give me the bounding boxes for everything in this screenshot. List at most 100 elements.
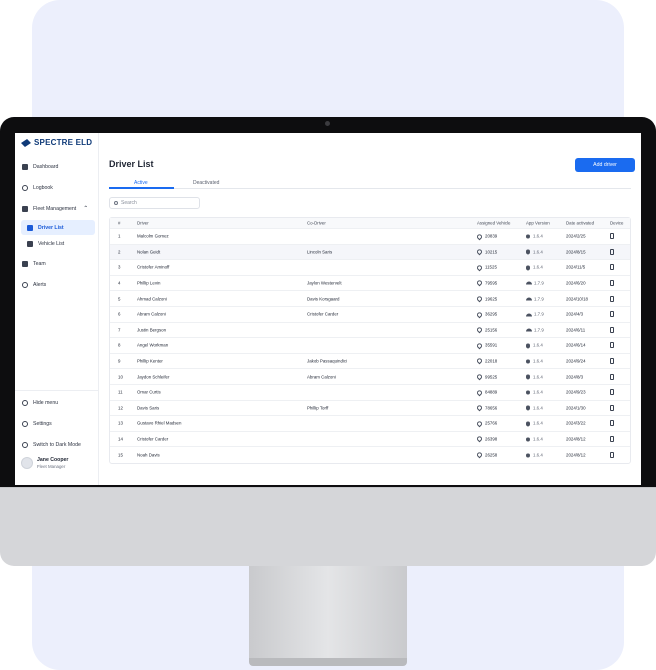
- sidebar-item-driver-list[interactable]: Driver List: [21, 220, 95, 236]
- driver-name[interactable]: Cristofer Carder: [137, 437, 168, 442]
- device-cell[interactable]: [610, 280, 614, 287]
- settings-button[interactable]: Settings: [15, 415, 99, 433]
- version-number: 1.6.4: [533, 264, 543, 270]
- device-cell[interactable]: [610, 404, 614, 411]
- driver-name[interactable]: Omar Curtis: [137, 390, 161, 395]
- device-cell[interactable]: [610, 342, 614, 349]
- driver-name[interactable]: Noah Davis: [137, 453, 160, 458]
- device-cell[interactable]: [610, 436, 614, 443]
- driver-name[interactable]: Phillip Levin: [137, 281, 160, 286]
- brand-logo[interactable]: SPECTRE ELD: [21, 138, 92, 147]
- location-pin-icon: [475, 357, 484, 365]
- location-pin-icon: [475, 279, 484, 287]
- driver-name[interactable]: Angel Workman: [137, 343, 168, 348]
- sidebar-item-team[interactable]: Team: [15, 255, 99, 273]
- add-driver-button[interactable]: Add driver: [575, 158, 635, 172]
- sidebar-item-dashboard[interactable]: Dashboard: [15, 158, 99, 176]
- hide-menu-button[interactable]: Hide menu: [15, 394, 99, 412]
- device-cell[interactable]: [610, 452, 614, 459]
- assigned-vehicle[interactable]: 35591: [475, 342, 497, 350]
- driver-name[interactable]: Malcolm Gomez: [137, 234, 169, 239]
- assigned-vehicle[interactable]: 25156: [475, 326, 497, 334]
- driver-name[interactable]: Gustavo Rhiel Madsen: [137, 421, 181, 426]
- column-header[interactable]: #: [118, 221, 120, 226]
- device-cell[interactable]: [610, 248, 614, 255]
- device-cell[interactable]: [610, 311, 614, 318]
- device-cell[interactable]: [610, 420, 614, 427]
- sidebar-item-vehicle-list[interactable]: Vehicle List: [15, 236, 99, 251]
- device-cell[interactable]: [610, 233, 614, 240]
- assigned-vehicle[interactable]: 84889: [475, 388, 497, 396]
- sidebar-item-alerts[interactable]: Alerts: [15, 276, 99, 294]
- assigned-vehicle[interactable]: 26398: [475, 435, 497, 443]
- tab-active[interactable]: Active: [134, 180, 148, 186]
- sidebar-item-logbook[interactable]: Logbook: [15, 179, 99, 197]
- table-row[interactable]: 4 Phillip Levin Jaylon Westervelt 79595 1.7.…: [110, 276, 630, 292]
- driver-name[interactable]: Davis Saris: [137, 405, 159, 410]
- column-header[interactable]: App Version: [526, 221, 550, 226]
- row-number: 13: [118, 420, 123, 426]
- driver-name[interactable]: Abram Calzoni: [137, 312, 166, 317]
- driver-name[interactable]: Jaydon Schleifer: [137, 374, 169, 379]
- tab-deactivated[interactable]: Deactivated: [193, 180, 219, 186]
- assigned-vehicle[interactable]: 99525: [475, 373, 497, 381]
- column-header[interactable]: Date activated: [566, 221, 594, 226]
- device-cell[interactable]: [610, 358, 614, 365]
- assigned-vehicle[interactable]: 79595: [475, 279, 497, 287]
- dark-mode-toggle[interactable]: Switch to Dark Mode: [15, 436, 99, 454]
- assigned-vehicle[interactable]: 26258: [475, 451, 497, 459]
- table-row[interactable]: 11 Omar Curtis 84889 1.6.4 2024/9/23: [110, 385, 630, 401]
- device-cell[interactable]: [610, 326, 614, 333]
- device-cell[interactable]: [610, 295, 614, 302]
- driver-name[interactable]: Justin Bergson: [137, 327, 166, 332]
- driver-name[interactable]: Ahmad Calzoni: [137, 296, 167, 301]
- table-row[interactable]: 3 Cristofer Aminoff 11525 1.6.4 2024/11/5: [110, 260, 630, 276]
- column-header[interactable]: Assigned Vehicle: [477, 221, 510, 226]
- assigned-vehicle[interactable]: 25766: [475, 420, 497, 428]
- table-row[interactable]: 6 Abram Calzoni Cristofer Carder 36295 1.7.9…: [110, 307, 630, 323]
- codriver-name[interactable]: Phillip Torff: [307, 405, 328, 410]
- codriver-name[interactable]: Davis Korsgaard: [307, 296, 339, 301]
- app-version: 1.7.9: [526, 281, 544, 286]
- codriver-name[interactable]: Cristofer Carder: [307, 312, 338, 317]
- column-header[interactable]: Co-Driver: [307, 221, 326, 226]
- device-cell[interactable]: [610, 264, 614, 271]
- assigned-vehicle[interactable]: 36295: [475, 310, 497, 318]
- table-row[interactable]: 5 Ahmad Calzoni Davis Korsgaard 19625 1.7.9 2…: [110, 291, 630, 307]
- assigned-vehicle[interactable]: 10215: [475, 248, 497, 256]
- driver-name[interactable]: Cristofer Aminoff: [137, 265, 169, 270]
- table-row[interactable]: 15 Noah Davis 26258 1.6.4 2024/8/12: [110, 447, 630, 463]
- device-cell[interactable]: [610, 373, 614, 380]
- table-row[interactable]: 2 Nolan Geidt Lincoln Saris 10215 1.6.4 2024/…: [110, 244, 630, 261]
- table-row[interactable]: 7 Justin Bergson 25156 1.7.9 2024/6/11: [110, 323, 630, 339]
- assigned-vehicle[interactable]: 20839: [475, 232, 497, 241]
- table-row[interactable]: 14 Cristofer Carder 26398 1.6.4 2024/8/12: [110, 432, 630, 448]
- codriver-name[interactable]: Jakob Passaquindici: [307, 359, 347, 364]
- table-row[interactable]: 10 Jaydon Schleifer Abram Calzoni 99525 1.6.…: [110, 369, 630, 385]
- sidebar-nav: Dashboard Logbook Fleet Management ⌃ Dri…: [15, 158, 99, 297]
- assigned-vehicle[interactable]: 22018: [475, 357, 497, 365]
- assigned-vehicle[interactable]: 11525: [475, 264, 497, 272]
- sidebar-item-fleet-management[interactable]: Fleet Management ⌃: [15, 200, 99, 218]
- table-row[interactable]: 12 Davis Saris Phillip Torff 78656 1.6.4 2024…: [110, 401, 630, 417]
- assigned-vehicle[interactable]: 78656: [475, 404, 497, 412]
- codriver-name[interactable]: Jaylon Westervelt: [307, 281, 342, 286]
- table-row[interactable]: 1 Malcolm Gomez 20839 1.6.4 2024/2/25: [110, 229, 630, 245]
- user-profile[interactable]: Jane Cooper Fleet Manager: [15, 456, 99, 469]
- phone-icon: [610, 342, 614, 349]
- app-version: 1.6.4: [526, 390, 543, 395]
- driver-name[interactable]: Phillip Kenter: [137, 359, 163, 364]
- table-row[interactable]: 9 Phillip Kenter Jakob Passaquindici 22018 1…: [110, 354, 630, 370]
- device-cell[interactable]: [610, 389, 614, 396]
- driver-name[interactable]: Nolan Geidt: [137, 249, 160, 254]
- assigned-vehicle[interactable]: 19625: [475, 295, 497, 303]
- date-activated: 2024/2/25: [566, 233, 586, 239]
- column-header[interactable]: Device: [610, 221, 623, 226]
- search-input[interactable]: Search: [109, 197, 200, 209]
- table-row[interactable]: 13 Gustavo Rhiel Madsen 25766 1.6.4 2024/3/2…: [110, 416, 630, 432]
- table-row[interactable]: 8 Angel Workman 35591 1.6.4 2024/6/14: [110, 338, 630, 354]
- user-info: Jane Cooper Fleet Manager: [37, 457, 68, 469]
- codriver-name[interactable]: Lincoln Saris: [307, 249, 332, 254]
- column-header[interactable]: Driver: [137, 221, 149, 226]
- codriver-name[interactable]: Abram Calzoni: [307, 374, 336, 379]
